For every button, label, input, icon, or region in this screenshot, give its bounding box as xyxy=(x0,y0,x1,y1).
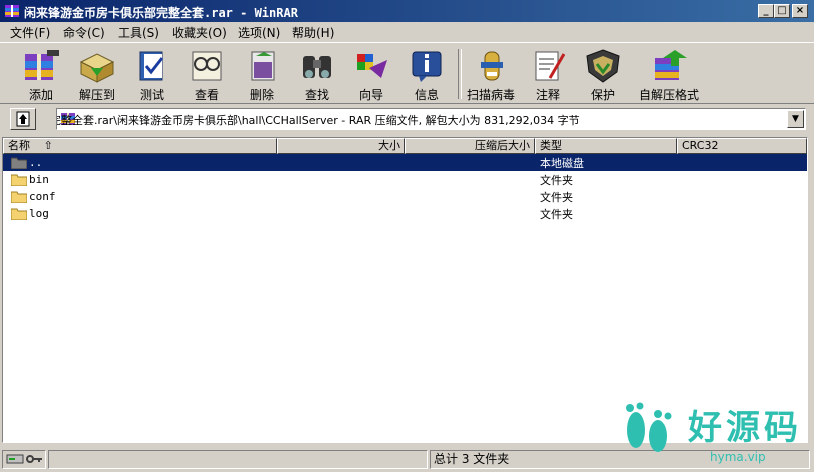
list-item-type: 文件夹 xyxy=(540,174,573,187)
list-item-bin[interactable]: bin 文件夹 xyxy=(3,171,807,188)
view-label: 查看 xyxy=(194,88,219,102)
status-selection-panel xyxy=(48,450,428,469)
wizard-label: 向导 xyxy=(358,88,383,102)
list-item-parent[interactable]: .. 本地磁盘 xyxy=(3,154,807,171)
folder-icon xyxy=(11,191,27,203)
extract-to-icon xyxy=(79,53,115,83)
add-archive-icon xyxy=(25,50,59,80)
column-header-name[interactable]: 名称 ⇧ xyxy=(3,138,277,154)
menu-file[interactable]: 文件(F) xyxy=(10,24,50,41)
up-arrow-icon xyxy=(16,111,30,127)
test-label: 测试 xyxy=(139,88,164,102)
list-item-type: 本地磁盘 xyxy=(540,157,584,170)
delete-button[interactable]: 删除 xyxy=(235,46,289,104)
virus-scan-label: 扫描病毒 xyxy=(466,88,515,102)
watermark-url: hyma.vip xyxy=(710,450,766,464)
toolbar: 添加 解压到 测试 查看 删除 查找 向导 信息 扫描病毒 注释 保护 自解压格… xyxy=(0,42,814,104)
virus-scan-button[interactable]: 扫描病毒 xyxy=(464,46,518,104)
sfx-button[interactable]: 自解压格式 xyxy=(636,46,702,104)
menu-favorites[interactable]: 收藏夹(O) xyxy=(172,24,227,41)
winrar-app-icon[interactable] xyxy=(4,3,20,19)
wizard-button[interactable]: 向导 xyxy=(344,46,398,104)
column-header-packed[interactable]: 压缩后大小 xyxy=(405,138,535,154)
virus-scan-icon xyxy=(481,51,503,81)
extract-to-button[interactable]: 解压到 xyxy=(70,46,124,104)
sfx-label: 自解压格式 xyxy=(638,88,699,102)
column-name-label: 名称 xyxy=(8,139,30,152)
folder-icon xyxy=(11,174,27,186)
list-item-type: 文件夹 xyxy=(540,191,573,204)
minimize-button[interactable]: _ xyxy=(758,4,774,18)
up-one-level-button[interactable] xyxy=(10,108,36,130)
menu-help[interactable]: 帮助(H) xyxy=(292,24,334,41)
address-bar[interactable]: 闲来锋游金币房卡俱乐部完整全套.rar\闲来锋游金币房卡俱乐部\hall\CCH… xyxy=(56,108,806,130)
parent-folder-icon xyxy=(11,157,27,169)
drive-key-icon xyxy=(6,454,42,464)
delete-icon xyxy=(251,51,275,81)
sfx-icon xyxy=(655,50,687,80)
comment-button[interactable]: 注释 xyxy=(521,46,575,104)
address-path: 闲来锋游金币房卡俱乐部完整全套.rar\闲来锋游金币房卡俱乐部\hall\CCH… xyxy=(57,114,580,127)
comment-label: 注释 xyxy=(535,88,560,102)
column-header-size[interactable]: 大小 xyxy=(277,138,405,154)
find-button[interactable]: 查找 xyxy=(290,46,344,104)
address-dropdown-button[interactable]: ▼ xyxy=(787,110,804,128)
add-label: 添加 xyxy=(28,88,53,102)
info-button[interactable]: 信息 xyxy=(400,46,454,104)
menu-bar: 文件(F) 命令(C) 工具(S) 收藏夹(O) 选项(N) 帮助(H) xyxy=(0,22,814,41)
protect-icon xyxy=(586,49,620,83)
footprint-logo-icon xyxy=(626,402,672,452)
list-item-conf[interactable]: conf 文件夹 xyxy=(3,188,807,205)
toolbar-separator xyxy=(458,49,462,99)
protect-label: 保护 xyxy=(590,88,615,102)
close-button[interactable]: × xyxy=(792,4,808,18)
extract-to-label: 解压到 xyxy=(78,88,115,102)
maximize-button[interactable]: □ xyxy=(774,4,790,18)
find-label: 查找 xyxy=(304,88,329,102)
list-item-log[interactable]: log 文件夹 xyxy=(3,205,807,222)
info-icon xyxy=(412,51,442,82)
protect-button[interactable]: 保护 xyxy=(576,46,630,104)
list-item-name: conf xyxy=(29,190,56,203)
status-icons-panel xyxy=(2,450,46,469)
menu-commands[interactable]: 命令(C) xyxy=(63,24,105,41)
add-button[interactable]: 添加 xyxy=(14,46,68,104)
find-icon xyxy=(303,56,331,78)
test-icon xyxy=(139,51,164,81)
info-label: 信息 xyxy=(414,88,439,102)
comment-icon xyxy=(535,51,566,81)
list-item-type: 文件夹 xyxy=(540,208,573,221)
column-header-crc32[interactable]: CRC32 xyxy=(677,138,807,154)
list-item-name: bin xyxy=(29,173,49,186)
menu-tools[interactable]: 工具(S) xyxy=(118,24,159,41)
wizard-icon xyxy=(357,54,387,78)
column-header-type[interactable]: 类型 xyxy=(535,138,677,154)
view-button[interactable]: 查看 xyxy=(180,46,234,104)
folder-icon xyxy=(11,208,27,220)
title-bar[interactable]: 闲来锋游金币房卡俱乐部完整全套.rar - WinRAR _ □ × xyxy=(0,0,814,22)
view-icon xyxy=(192,51,222,81)
list-item-name: .. xyxy=(29,156,43,169)
test-button[interactable]: 测试 xyxy=(125,46,179,104)
watermark: 好源码 hyma.vip xyxy=(608,390,808,470)
list-item-name: log xyxy=(29,207,49,220)
menu-options[interactable]: 选项(N) xyxy=(238,24,280,41)
window-title: 闲来锋游金币房卡俱乐部完整全套.rar - WinRAR xyxy=(24,6,298,20)
delete-label: 删除 xyxy=(249,88,274,102)
sort-ascending-icon: ⇧ xyxy=(43,139,53,152)
watermark-brand: 好源码 xyxy=(688,408,802,448)
